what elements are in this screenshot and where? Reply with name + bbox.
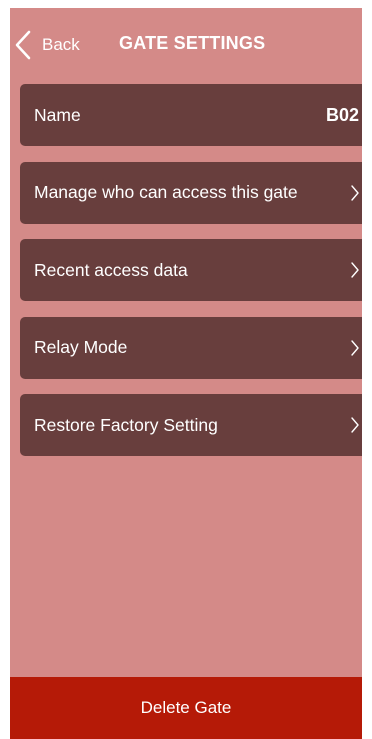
settings-menu: Name B02 Manage who can access this gate… [20,84,362,472]
recent-access-row[interactable]: Recent access data [20,239,362,301]
page-title: GATE SETTINGS [119,33,266,53]
name-label: Name [34,104,81,125]
gate-name-value: B02 [325,104,359,125]
manage-access-row[interactable]: Manage who can access this gate [20,161,362,224]
restore-factory-label: Restore Factory Setting [34,414,218,435]
relay-mode-row[interactable]: Relay Mode [20,316,362,379]
manage-access-label: Manage who can access this gate [34,182,298,202]
recent-access-label: Recent access data [34,259,188,280]
chevron-right-icon [351,262,359,278]
back-button[interactable]: Back [14,30,80,60]
relay-mode-label: Relay Mode [34,337,128,357]
name-row[interactable]: Name B02 [20,84,362,146]
chevron-right-icon [351,184,359,201]
delete-gate-button[interactable]: Delete Gate [10,677,362,739]
restore-factory-row[interactable]: Restore Factory Setting [20,394,362,456]
header: Back GATE SETTINGS [10,8,362,80]
chevron-right-icon [351,339,359,356]
back-label: Back [42,35,80,54]
chevron-right-icon [351,417,359,433]
chevron-left-icon [15,30,31,60]
gate-settings-screen: Back GATE SETTINGS Name B02 Manage who c… [10,8,362,739]
